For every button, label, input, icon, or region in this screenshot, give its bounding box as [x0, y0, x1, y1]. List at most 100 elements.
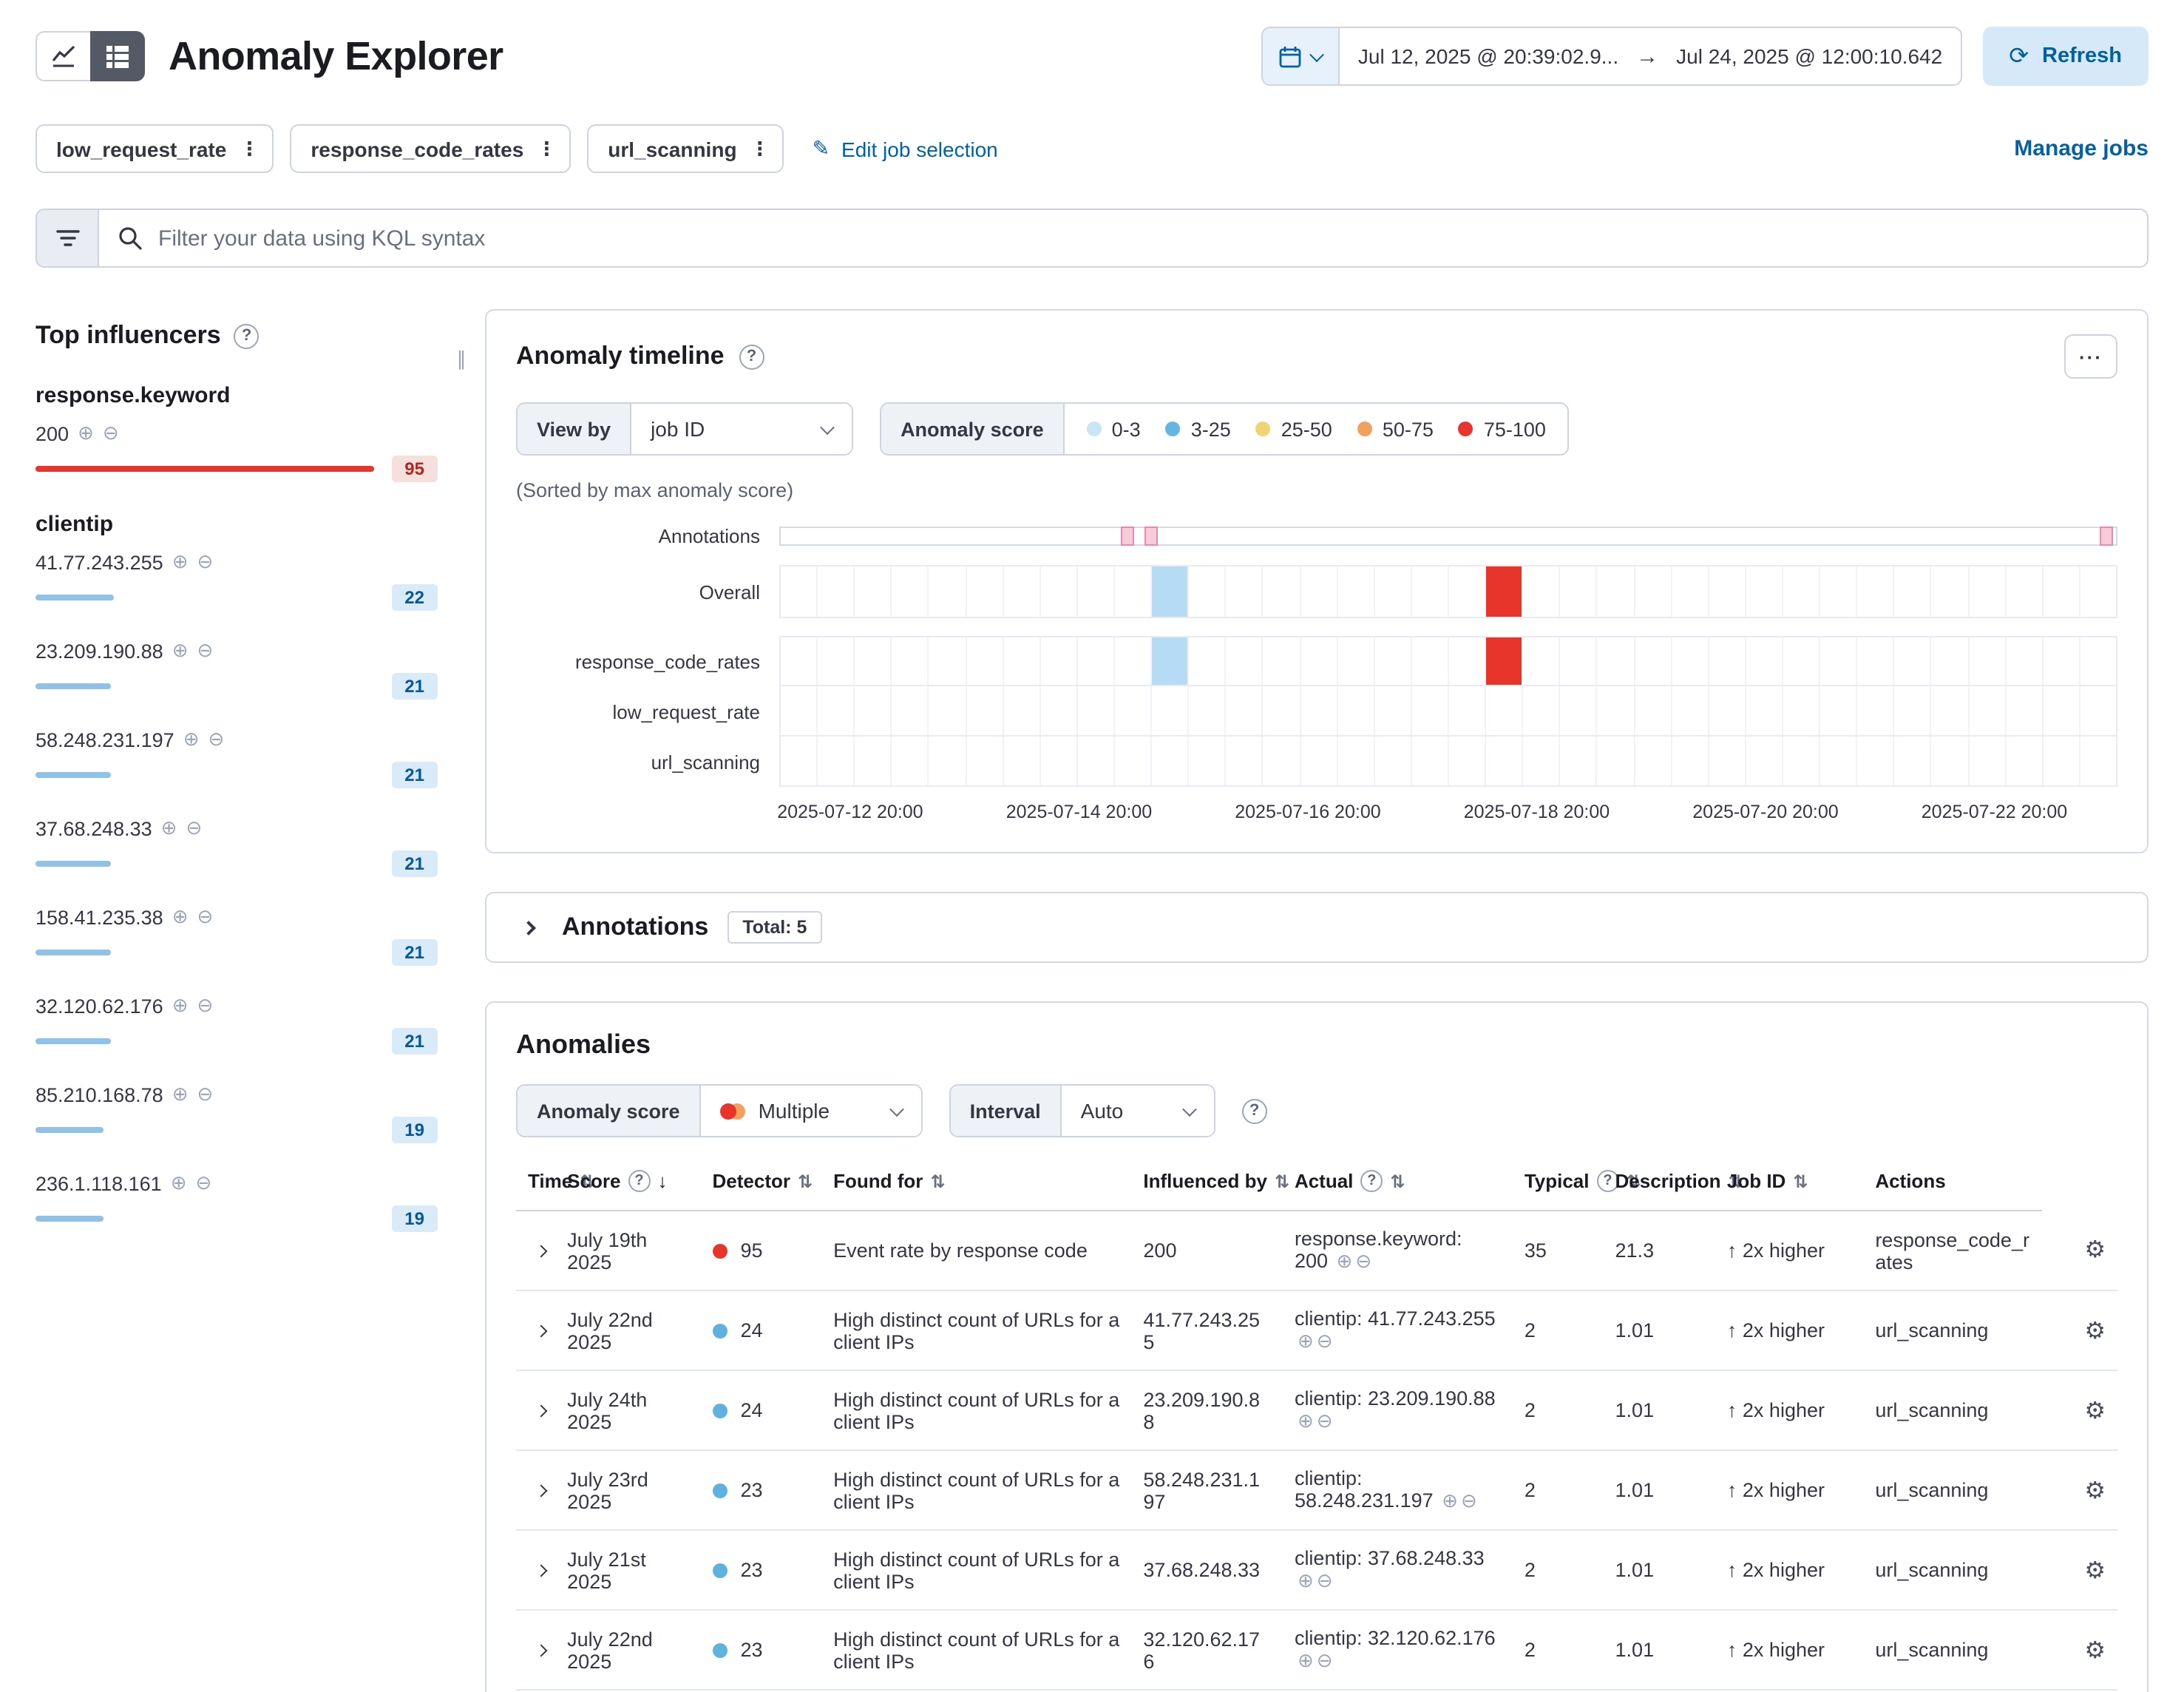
- swimlane-cell[interactable]: [1820, 686, 1857, 735]
- swimlane-cell[interactable]: [1486, 686, 1523, 735]
- influencer-value[interactable]: 85.210.168.78: [35, 1083, 163, 1106]
- swimlane-cell[interactable]: [1189, 637, 1226, 685]
- swimlane-cell[interactable]: [2080, 637, 2116, 685]
- swimlane-cell[interactable]: [1709, 566, 1746, 617]
- swimlane-cell[interactable]: [1746, 737, 1783, 785]
- row-expand-button[interactable]: [528, 1237, 555, 1264]
- swimlane-cell[interactable]: [1561, 637, 1598, 685]
- swimlane-cell[interactable]: [1523, 737, 1560, 785]
- swimlane-cell[interactable]: [892, 737, 929, 785]
- swimlane-cell[interactable]: [1337, 686, 1374, 735]
- swimlane-cell[interactable]: [1041, 737, 1078, 785]
- swimlane-cell[interactable]: [2043, 566, 2080, 617]
- row-actions-button[interactable]: ⚙: [2084, 1555, 2106, 1585]
- swimlane-cell[interactable]: [1300, 686, 1337, 735]
- filter-in-icon[interactable]: ⊕: [1298, 1649, 1314, 1671]
- annotation-mark[interactable]: [1144, 527, 1157, 546]
- swimlane-cell[interactable]: [1003, 737, 1040, 785]
- filter-in-icon[interactable]: ⊕: [172, 639, 189, 663]
- date-picker-calendar-button[interactable]: [1264, 28, 1340, 84]
- filter-out-icon[interactable]: ⊖: [1317, 1569, 1333, 1591]
- swimlane-cell[interactable]: [818, 737, 855, 785]
- sort-icon[interactable]: ⇅: [930, 1171, 945, 1191]
- swimlane-cell[interactable]: [1041, 566, 1078, 617]
- swimlane-cell[interactable]: [1820, 637, 1857, 685]
- swimlane-cell[interactable]: [1003, 566, 1040, 617]
- date-range-start[interactable]: Jul 12, 2025 @ 20:39:02.9...: [1340, 44, 1636, 68]
- swimlane-cell[interactable]: [1115, 566, 1152, 617]
- swimlane-cell[interactable]: [1672, 566, 1709, 617]
- sort-icon[interactable]: ⇅: [1275, 1171, 1289, 1191]
- swimlane-cell[interactable]: [1412, 566, 1449, 617]
- filter-in-icon[interactable]: ⊕: [172, 905, 189, 929]
- chart-view-button[interactable]: [35, 31, 90, 81]
- swimlane-cell[interactable]: [1115, 637, 1152, 685]
- swimlane-cell[interactable]: [929, 637, 966, 685]
- filter-out-icon[interactable]: ⊖: [1461, 1489, 1477, 1512]
- help-icon[interactable]: ?: [628, 1170, 650, 1192]
- table-view-button[interactable]: [90, 31, 145, 81]
- swimlane-cell[interactable]: [1857, 566, 1894, 617]
- filter-in-icon[interactable]: ⊕: [172, 1083, 189, 1106]
- filter-in-icon[interactable]: ⊕: [78, 422, 94, 445]
- help-icon[interactable]: ?: [1242, 1098, 1267, 1123]
- interval-select[interactable]: Auto: [1060, 1086, 1214, 1136]
- filter-out-icon[interactable]: ⊖: [197, 905, 214, 929]
- kebab-menu-icon[interactable]: ⋮: [537, 137, 556, 160]
- swimlane-cell[interactable]: [1300, 737, 1337, 785]
- swimlane-cell[interactable]: [1932, 566, 1969, 617]
- column-header-typical[interactable]: Typical?⇅: [1513, 1152, 1604, 1211]
- swimlane-cell[interactable]: [1635, 737, 1672, 785]
- filter-out-icon[interactable]: ⊖: [197, 994, 214, 1018]
- refresh-button[interactable]: ⟳ Refresh: [1982, 27, 2149, 86]
- swimlane-cell[interactable]: [966, 566, 1003, 617]
- sort-icon[interactable]: ⇅: [798, 1171, 813, 1191]
- swimlane-cell[interactable]: [1969, 637, 2006, 685]
- job-chip[interactable]: response_code_rates⋮: [290, 124, 571, 173]
- row-actions-button[interactable]: ⚙: [2084, 1316, 2106, 1345]
- swimlane-cell[interactable]: [1227, 566, 1264, 617]
- row-actions-button[interactable]: ⚙: [2084, 1475, 2106, 1505]
- swimlane-cell[interactable]: [1041, 637, 1078, 685]
- job-chip[interactable]: url_scanning⋮: [587, 124, 784, 173]
- swimlane-cell[interactable]: [966, 686, 1003, 735]
- swimlane-cell[interactable]: [1412, 686, 1449, 735]
- swimlane-cell[interactable]: [2006, 566, 2043, 617]
- kql-search-input[interactable]: [158, 226, 2128, 251]
- swimlane-cell[interactable]: [929, 686, 966, 735]
- swimlane-cell[interactable]: [1932, 637, 1969, 685]
- swimlane-cell[interactable]: [1449, 737, 1486, 785]
- swimlane-cell[interactable]: [1078, 566, 1115, 617]
- severity-select[interactable]: Multiple: [699, 1086, 921, 1136]
- swimlane-cell[interactable]: [1895, 637, 1932, 685]
- filter-in-icon[interactable]: ⊕: [1337, 1250, 1353, 1272]
- swimlane-cell[interactable]: [1337, 566, 1374, 617]
- swimlane-cell[interactable]: [2080, 566, 2116, 617]
- swimlane-cell[interactable]: [2043, 637, 2080, 685]
- swimlane-cell[interactable]: [1337, 637, 1374, 685]
- swimlane-cell[interactable]: [1041, 686, 1078, 735]
- row-actions-button[interactable]: ⚙: [2084, 1236, 2106, 1265]
- help-icon[interactable]: ?: [739, 344, 764, 369]
- swimlane-cell[interactable]: [1672, 637, 1709, 685]
- filter-out-icon[interactable]: ⊖: [103, 422, 119, 445]
- swimlane-cell[interactable]: [1523, 637, 1560, 685]
- swimlane-cell[interactable]: [1412, 737, 1449, 785]
- swimlane-cell[interactable]: [1189, 566, 1226, 617]
- influencer-value[interactable]: 37.68.248.33: [35, 817, 152, 839]
- swimlane-cell[interactable]: [892, 686, 929, 735]
- filter-out-icon[interactable]: ⊖: [1317, 1410, 1333, 1432]
- swimlane-cell[interactable]: [1932, 737, 1969, 785]
- row-actions-button[interactable]: ⚙: [2084, 1395, 2106, 1425]
- swimlane-cell[interactable]: [2006, 686, 2043, 735]
- swimlane-cell[interactable]: [1969, 566, 2006, 617]
- influencer-value[interactable]: 23.209.190.88: [35, 640, 163, 662]
- swimlane-cell[interactable]: [1672, 737, 1709, 785]
- swimlane-cell[interactable]: [1857, 686, 1894, 735]
- swimlane-cell[interactable]: [1003, 686, 1040, 735]
- filter-in-icon[interactable]: ⊕: [183, 728, 200, 751]
- swimlane-cell[interactable]: [1449, 686, 1486, 735]
- swimlane-cell[interactable]: [855, 566, 892, 617]
- swimlane-cell[interactable]: [1152, 566, 1189, 617]
- row-expand-button[interactable]: [528, 1397, 555, 1424]
